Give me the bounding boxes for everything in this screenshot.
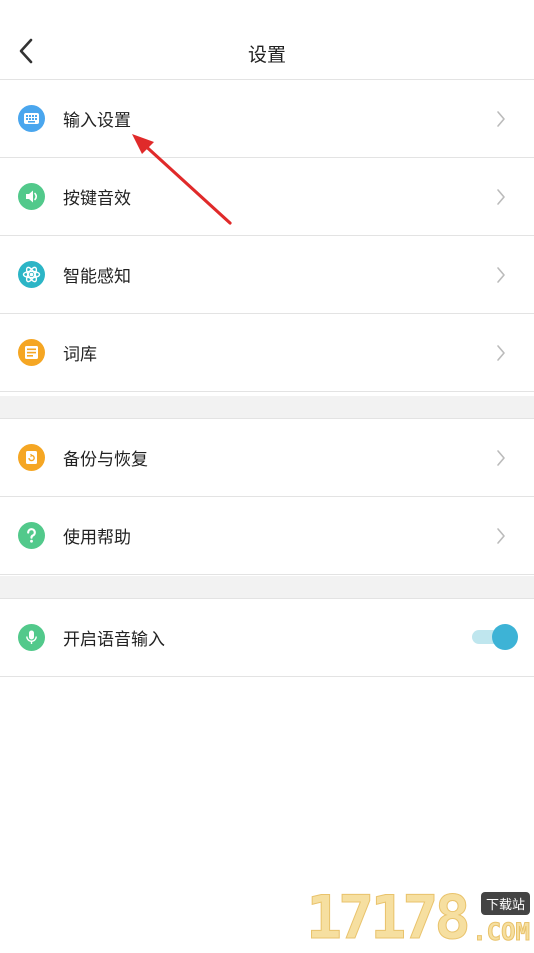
chevron-right-icon bbox=[497, 345, 505, 361]
chevron-right-icon bbox=[497, 528, 505, 544]
settings-item-smart-sense[interactable]: 智能感知 bbox=[0, 236, 534, 314]
settings-group-support: 备份与恢复 使用帮助 bbox=[0, 419, 534, 575]
settings-item-label: 输入设置 bbox=[63, 111, 131, 131]
chevron-right-icon bbox=[497, 189, 505, 205]
settings-item-label: 使用帮助 bbox=[63, 528, 131, 548]
section-divider bbox=[0, 396, 534, 419]
watermark-digits: 17178 bbox=[306, 883, 472, 953]
backup-icon bbox=[18, 444, 45, 471]
watermark-badge: 下载站 bbox=[480, 892, 530, 915]
settings-item-label: 按键音效 bbox=[63, 189, 131, 209]
settings-item-label: 备份与恢复 bbox=[63, 450, 148, 470]
settings-item-label: 智能感知 bbox=[63, 267, 131, 287]
chevron-right-icon bbox=[497, 450, 505, 466]
atom-icon bbox=[18, 261, 45, 288]
settings-group-main: 输入设置 按键音效 智能感知 词库 bbox=[0, 80, 534, 392]
settings-item-voice-input[interactable]: 开启语音输入 bbox=[0, 599, 534, 677]
toggle-knob bbox=[492, 624, 518, 650]
chevron-right-icon bbox=[497, 267, 505, 283]
speaker-icon bbox=[18, 183, 45, 210]
page-title: 设置 bbox=[247, 44, 286, 66]
settings-group-voice: 开启语音输入 bbox=[0, 599, 534, 677]
watermark-domain: .COM bbox=[472, 918, 531, 947]
settings-item-dictionary[interactable]: 词库 bbox=[0, 314, 534, 392]
help-icon bbox=[18, 522, 45, 549]
watermark-logo: 17178 下载站 .COM bbox=[306, 883, 532, 953]
settings-item-input-settings[interactable]: 输入设置 bbox=[0, 80, 534, 158]
keyboard-icon bbox=[18, 105, 45, 132]
section-divider bbox=[0, 576, 534, 599]
chevron-right-icon bbox=[497, 111, 505, 127]
settings-item-label: 开启语音输入 bbox=[63, 630, 165, 650]
voice-input-toggle[interactable] bbox=[470, 624, 518, 650]
settings-item-label: 词库 bbox=[63, 345, 97, 365]
settings-item-backup-restore[interactable]: 备份与恢复 bbox=[0, 419, 534, 497]
settings-item-help[interactable]: 使用帮助 bbox=[0, 497, 534, 575]
settings-item-key-sound[interactable]: 按键音效 bbox=[0, 158, 534, 236]
header-bar: 设置 bbox=[0, 0, 534, 80]
microphone-icon bbox=[18, 624, 45, 651]
dictionary-icon bbox=[18, 339, 45, 366]
